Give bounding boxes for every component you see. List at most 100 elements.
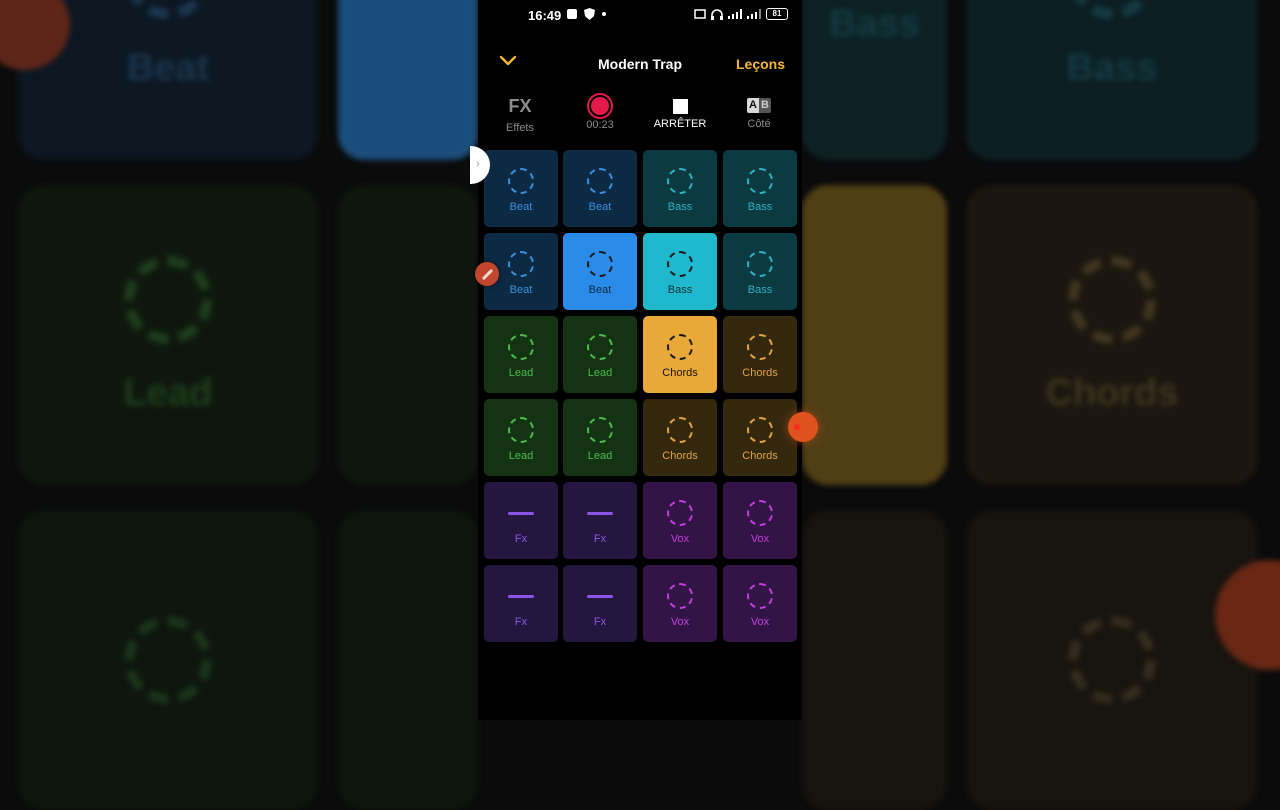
pad-bass[interactable]: Bass xyxy=(643,150,717,227)
record-button[interactable]: 00:23 xyxy=(560,94,640,131)
pad-label: Chords xyxy=(662,367,698,379)
pad-lead[interactable]: Lead xyxy=(484,399,558,476)
dot-icon xyxy=(602,12,606,16)
cast-icon xyxy=(694,9,706,19)
pad-bass[interactable]: Bass xyxy=(723,233,797,310)
chevron-right-icon: › xyxy=(476,158,480,170)
pad-label: Beat xyxy=(588,284,612,296)
pad-label: Bass xyxy=(667,284,693,296)
pad-chords[interactable]: Chords xyxy=(643,316,717,393)
pad-label: Fx xyxy=(514,616,528,628)
pad-label: Lead xyxy=(508,367,534,379)
stop-icon xyxy=(672,99,688,114)
pad-dash-icon xyxy=(508,595,534,598)
pad-dash-icon xyxy=(587,595,613,598)
pad-ring-icon xyxy=(747,334,773,360)
pad-lead[interactable]: Lead xyxy=(563,316,637,393)
bg-pad: Chords xyxy=(966,185,1258,485)
pad-dash-icon xyxy=(508,512,534,515)
pad-vox[interactable]: Vox xyxy=(723,482,797,559)
side-toggle-button[interactable]: A B Côté xyxy=(719,94,799,130)
bg-pad-ring xyxy=(124,255,212,344)
pad-label: Fx xyxy=(593,533,607,545)
pad-beat[interactable]: Beat xyxy=(563,150,637,227)
pad-ring-icon xyxy=(747,500,773,526)
bg-pad: Lead xyxy=(18,185,318,485)
pen-icon xyxy=(481,268,494,281)
pad-ring-icon xyxy=(667,168,693,194)
pad-label: Vox xyxy=(670,533,690,545)
pad-ring-icon xyxy=(667,417,693,443)
pad-fx[interactable]: Fx xyxy=(484,565,558,642)
pad-ring-icon xyxy=(747,251,773,277)
pad-vox[interactable]: Vox xyxy=(643,565,717,642)
pad-label: Chords xyxy=(742,367,778,379)
pad-chords[interactable]: Chords xyxy=(643,399,717,476)
side-b: B xyxy=(759,98,771,113)
pad-label: Vox xyxy=(670,616,690,628)
pad-label: Bass xyxy=(747,201,773,213)
pad-ring-icon xyxy=(587,251,613,277)
pad-fx[interactable]: Fx xyxy=(563,565,637,642)
pad-label: Lead xyxy=(587,367,613,379)
pad-chords[interactable]: Chords xyxy=(723,399,797,476)
status-bar: 16:49 81 xyxy=(478,0,802,30)
pad-ring-icon xyxy=(747,583,773,609)
pad-dash-icon xyxy=(587,512,613,515)
pad-label: Chords xyxy=(662,450,698,462)
pad-label: Bass xyxy=(667,201,693,213)
lessons-button[interactable]: Leçons xyxy=(736,56,785,72)
pad-lead[interactable]: Lead xyxy=(484,316,558,393)
pad-lead[interactable]: Lead xyxy=(563,399,637,476)
bg-pad xyxy=(802,185,947,485)
bg-pad-ring xyxy=(124,0,212,19)
record-icon xyxy=(591,97,609,115)
pad-ring-icon xyxy=(508,251,534,277)
pad-label: Chords xyxy=(742,450,778,462)
pad-vox[interactable]: Vox xyxy=(643,482,717,559)
pad-ring-icon xyxy=(508,334,534,360)
toolbar: FX Effets 00:23 ARRÊTER A B Côté xyxy=(478,94,802,140)
record-dot-icon xyxy=(794,424,800,430)
bg-pad xyxy=(802,510,947,810)
pad-vox[interactable]: Vox xyxy=(723,565,797,642)
pad-ring-icon xyxy=(667,583,693,609)
pad-label: Lead xyxy=(587,450,613,462)
pad-ring-icon xyxy=(667,334,693,360)
app-notification-icon xyxy=(567,9,577,19)
pad-chords[interactable]: Chords xyxy=(723,316,797,393)
status-time: 16:49 xyxy=(528,8,562,23)
bg-pad-ring xyxy=(124,616,212,704)
pad-ring-icon xyxy=(587,417,613,443)
bg-pad-ring xyxy=(1068,255,1156,344)
pad-label: Beat xyxy=(588,201,612,213)
pad-beat[interactable]: Beat xyxy=(484,150,558,227)
stop-label: ARRÊTER xyxy=(653,118,707,130)
pad-fx[interactable]: Fx xyxy=(484,482,558,559)
pad-label: Lead xyxy=(508,450,534,462)
pad-bass[interactable]: Bass xyxy=(723,150,797,227)
header: Modern Trap Leçons xyxy=(478,48,802,78)
ab-icon: A B xyxy=(719,98,799,114)
pad-ring-icon xyxy=(667,251,693,277)
pad-ring-icon xyxy=(508,417,534,443)
pad-ring-icon xyxy=(508,168,534,194)
pad-label: Vox xyxy=(750,533,770,545)
shield-icon xyxy=(584,8,595,20)
bg-pad-label: Bass xyxy=(1066,46,1158,89)
bg-pad-label: Lead xyxy=(123,371,213,414)
fx-icon: FX xyxy=(508,96,532,116)
phone-screen: 16:49 81 Modern Trap Leçons FX Effets 00… xyxy=(470,0,818,720)
bg-pad xyxy=(338,0,478,160)
pad-beat[interactable]: Beat xyxy=(563,233,637,310)
pad-fx[interactable]: Fx xyxy=(563,482,637,559)
pad-bass[interactable]: Bass xyxy=(643,233,717,310)
stop-button[interactable]: ARRÊTER xyxy=(640,94,720,130)
bg-pad xyxy=(338,510,478,810)
pad-ring-icon xyxy=(667,500,693,526)
effects-button[interactable]: FX Effets xyxy=(480,94,560,134)
floating-record-button[interactable] xyxy=(788,412,818,442)
bg-pad xyxy=(18,510,318,810)
floating-pen-button[interactable] xyxy=(475,262,499,286)
effects-label: Effets xyxy=(506,122,534,134)
